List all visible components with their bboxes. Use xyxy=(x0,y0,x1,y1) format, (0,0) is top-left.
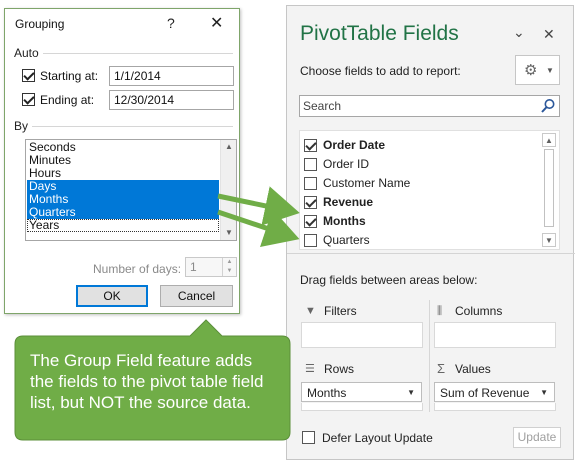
field-label-quarters: Quarters xyxy=(323,233,370,247)
field-list: Order Date Order ID Customer Name Revenu… xyxy=(299,130,560,250)
chevron-down-icon[interactable]: ▼ xyxy=(540,388,548,397)
filters-area-dropzone[interactable] xyxy=(301,322,423,348)
gear-icon: ⚙ xyxy=(524,62,538,79)
field-row-customer-name[interactable]: Customer Name xyxy=(304,174,540,193)
spinner-arrows: ▲ ▼ xyxy=(222,258,236,276)
spin-up-icon: ▲ xyxy=(226,259,233,265)
ending-at-checkbox[interactable] xyxy=(22,93,35,106)
values-chip-sum-of-revenue[interactable]: Sum of Revenue ▼ xyxy=(434,382,555,402)
rows-chip-label: Months xyxy=(307,386,347,400)
field-row-months[interactable]: Months xyxy=(304,212,540,231)
chevron-down-icon[interactable]: ▼ xyxy=(407,388,415,397)
values-area-dropzone[interactable] xyxy=(434,403,556,411)
ending-at-value: 12/30/2014 xyxy=(114,93,175,107)
field-list-settings-button[interactable]: ⚙ ▼ xyxy=(515,55,560,85)
by-item-years[interactable]: Years xyxy=(27,219,219,232)
callout-line-3: list, but NOT the source data. xyxy=(30,393,251,412)
columns-icon: ⫼ xyxy=(437,305,443,317)
scroll-up-icon[interactable]: ▲ xyxy=(542,133,556,147)
starting-at-value: 1/1/2014 xyxy=(114,69,161,83)
columns-area-dropzone[interactable] xyxy=(434,322,556,348)
area-separator xyxy=(429,358,430,412)
field-label-order-id: Order ID xyxy=(323,157,370,171)
defer-layout-checkbox[interactable] xyxy=(302,431,315,444)
by-list-scrollbar[interactable]: ▲ ▼ xyxy=(220,140,236,240)
field-row-order-date[interactable]: Order Date xyxy=(304,136,540,155)
number-of-days-spinner: 1 ▲ ▼ xyxy=(185,257,237,277)
rows-icon: ☰ xyxy=(305,363,315,375)
auto-group-label: Auto xyxy=(14,46,43,60)
area-separator xyxy=(429,300,430,360)
grouping-dialog: Grouping ? ✕ Auto Starting at: 1/1/2014 … xyxy=(4,8,240,314)
pane-options-dropdown-icon[interactable]: ⌄ xyxy=(513,24,525,41)
callout-line-1: The Group Field feature adds xyxy=(30,351,253,370)
cancel-button[interactable]: Cancel xyxy=(160,285,233,307)
auto-group-divider xyxy=(43,53,233,54)
rows-chip-months[interactable]: Months ▼ xyxy=(301,382,422,402)
chevron-down-icon: ▼ xyxy=(546,66,554,75)
ending-at-label: Ending at: xyxy=(40,93,95,107)
field-list-scrollbar[interactable]: ▲ ▼ xyxy=(542,131,557,249)
callout-text: The Group Field feature adds the fields … xyxy=(30,350,270,413)
starting-at-label: Starting at: xyxy=(40,69,99,83)
rows-area-label: Rows xyxy=(324,362,355,376)
dialog-title: Grouping xyxy=(15,17,65,31)
field-label-customer-name: Customer Name xyxy=(323,176,411,190)
values-chip-label: Sum of Revenue xyxy=(440,386,530,400)
columns-area-label: Columns xyxy=(455,304,503,318)
by-group-divider xyxy=(29,126,233,127)
close-icon[interactable]: ✕ xyxy=(210,13,223,33)
field-label-months: Months xyxy=(323,214,366,228)
by-listbox[interactable]: Seconds Minutes Hours Days Months Quarte… xyxy=(25,139,237,241)
ending-at-input[interactable]: 12/30/2014 xyxy=(109,90,234,110)
field-checkbox-customer-name[interactable] xyxy=(304,177,317,190)
number-of-days-label: Number of days: xyxy=(93,262,182,276)
field-row-order-id[interactable]: Order ID xyxy=(304,155,540,174)
scroll-up-icon[interactable]: ▲ xyxy=(221,140,236,154)
field-row-revenue[interactable]: Revenue xyxy=(304,193,540,212)
field-label-order-date: Order Date xyxy=(323,138,386,152)
field-checkbox-order-date[interactable] xyxy=(304,139,317,152)
field-label-revenue: Revenue xyxy=(323,195,374,209)
defer-layout-label: Defer Layout Update xyxy=(322,431,433,445)
field-checkbox-months[interactable] xyxy=(304,215,317,228)
values-area-label: Values xyxy=(455,362,491,376)
by-group-label: By xyxy=(14,119,33,133)
choose-fields-label: Choose fields to add to report: xyxy=(300,64,461,78)
scroll-down-icon[interactable]: ▼ xyxy=(221,226,236,240)
field-checkbox-revenue[interactable] xyxy=(304,196,317,209)
search-icon[interactable] xyxy=(540,97,556,115)
field-checkbox-order-id[interactable] xyxy=(304,158,317,171)
scroll-down-icon[interactable]: ▼ xyxy=(542,233,556,247)
update-button[interactable]: Update xyxy=(513,427,561,448)
dialog-titlebar[interactable]: Grouping ? ✕ xyxy=(5,9,239,39)
starting-at-checkbox[interactable] xyxy=(22,69,35,82)
scroll-thumb[interactable] xyxy=(544,149,554,227)
spin-down-icon: ▼ xyxy=(226,268,233,274)
pivottable-fields-pane: PivotTable Fields ⌄ ✕ Choose fields to a… xyxy=(286,5,575,460)
sigma-icon: Σ xyxy=(437,361,446,376)
field-row-quarters[interactable]: Quarters xyxy=(304,231,540,250)
pane-divider xyxy=(287,253,575,254)
pane-close-icon[interactable]: ✕ xyxy=(543,26,555,43)
help-icon[interactable]: ? xyxy=(167,15,175,31)
number-of-days-value: 1 xyxy=(190,260,197,274)
starting-at-input[interactable]: 1/1/2014 xyxy=(109,66,234,86)
filter-icon: ▼ xyxy=(305,305,316,317)
field-search-input[interactable]: Search xyxy=(299,95,560,117)
pane-title: PivotTable Fields xyxy=(300,22,459,45)
search-placeholder: Search xyxy=(303,99,342,113)
rows-area-dropzone[interactable] xyxy=(301,403,423,411)
field-checkbox-quarters[interactable] xyxy=(304,234,317,247)
ok-button[interactable]: OK xyxy=(76,285,148,307)
by-list-items: Seconds Minutes Hours Days Months Quarte… xyxy=(27,141,219,232)
callout-line-2: the fields to the pivot table field xyxy=(30,372,264,391)
filters-area-label: Filters xyxy=(324,304,357,318)
drag-fields-label: Drag fields between areas below: xyxy=(300,273,478,287)
